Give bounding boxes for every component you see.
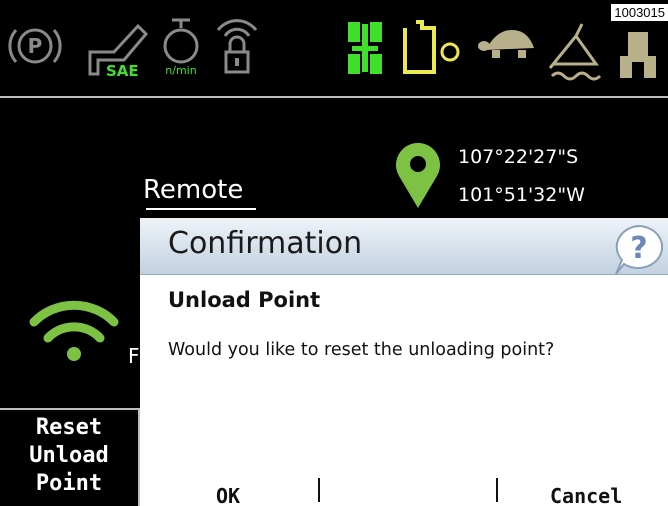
help-question-icon: ? (615, 224, 664, 275)
cancel-button[interactable]: Cancel (550, 484, 622, 506)
dialog-message: Would you like to reset the unloading po… (168, 340, 555, 360)
softkey-line-1: Reset (35, 415, 103, 440)
wifi-icon (29, 300, 119, 361)
gps-pin-icon (396, 142, 440, 208)
status-bar: P SAE n/min (0, 0, 668, 98)
remote-label: Remote (143, 175, 244, 205)
button-separator (496, 478, 498, 502)
dialog-button-row: OK Cancel (140, 476, 668, 506)
dialog-heading: Unload Point (168, 288, 321, 312)
hydraulic-tank-icon (403, 20, 460, 74)
partial-status-label: F (128, 344, 140, 368)
implement-icon (548, 23, 602, 81)
engine-rpm-icon: n/min (163, 18, 199, 77)
gps-latitude: 107°22'27"S (458, 146, 579, 168)
confirmation-dialog: Confirmation ? Unload Point Would you li… (140, 218, 668, 506)
four-wheel-drive-icon (348, 22, 382, 74)
remote-lock-icon (216, 19, 258, 74)
svg-text:n/min: n/min (165, 64, 196, 77)
svg-text:?: ? (630, 231, 647, 266)
svg-text:P: P (28, 34, 43, 58)
reset-unload-point-button[interactable]: Reset Unload Point (0, 408, 140, 506)
parking-brake-icon: P (8, 28, 62, 64)
ok-button[interactable]: OK (216, 484, 240, 506)
gps-longitude: 101°51'32"W (458, 184, 585, 206)
svg-text:SAE: SAE (106, 62, 139, 80)
dialog-title: Confirmation (168, 226, 363, 261)
remote-underline (146, 208, 256, 210)
dialog-header: Confirmation ? (140, 218, 668, 275)
turtle-speed-icon (478, 30, 534, 58)
softkey-line-3: Point (35, 471, 103, 496)
tractor-icon (620, 32, 656, 81)
hitch-sae-icon: SAE (88, 23, 149, 80)
reference-id-label: 1003015 (611, 4, 668, 21)
screen: P SAE n/min 1003015 Remote 107°22'27"S 1… (0, 0, 668, 506)
softkey-line-2: Unload (29, 443, 109, 468)
button-separator (318, 478, 320, 502)
